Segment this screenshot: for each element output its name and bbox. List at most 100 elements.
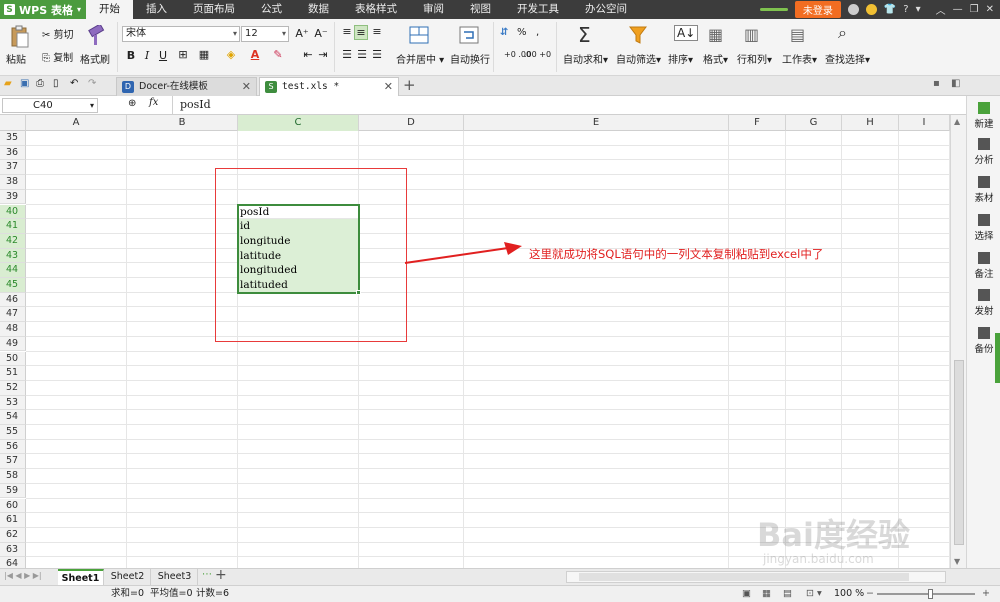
minimize-icon[interactable]: — bbox=[953, 4, 963, 15]
row-header[interactable]: 45 bbox=[0, 278, 26, 293]
sheet-nav-first-icon[interactable]: |◀ ◀ ▶ ▶| bbox=[4, 571, 42, 580]
bold-button[interactable]: B bbox=[124, 49, 138, 62]
sort-button[interactable]: 排序▾ bbox=[668, 51, 693, 66]
horizontal-scrollbar[interactable] bbox=[566, 571, 946, 583]
font-color-icon[interactable]: A bbox=[248, 48, 262, 61]
menu-tab-5[interactable]: 表格样式 bbox=[342, 0, 410, 19]
zoom-in-icon[interactable]: + bbox=[982, 586, 990, 602]
format-painter-button[interactable]: 格式刷 bbox=[80, 51, 110, 66]
app-menu-button[interactable]: S WPS 表格 ▾ bbox=[0, 0, 86, 19]
row-header[interactable]: 62 bbox=[0, 527, 26, 543]
comma-style-icon[interactable]: , bbox=[536, 27, 539, 38]
row-col-icon[interactable]: ▥ bbox=[744, 25, 759, 44]
percent-button[interactable]: % bbox=[517, 27, 527, 38]
indent-increase-icon[interactable]: ⇥ bbox=[316, 48, 330, 61]
align-bottom-icon[interactable]: ≡ bbox=[370, 25, 384, 38]
row-header[interactable]: 53 bbox=[0, 395, 26, 411]
doc-tab-test-xls[interactable]: S test.xls * ✕ bbox=[259, 77, 399, 96]
undo-icon[interactable]: ↶ bbox=[70, 78, 78, 89]
zoom-slider-knob[interactable] bbox=[928, 589, 933, 599]
zoom-out-icon[interactable]: − bbox=[866, 586, 874, 602]
italic-button[interactable]: I bbox=[140, 49, 154, 62]
page-layout-icon[interactable]: ▦ bbox=[762, 586, 771, 602]
scroll-thumb[interactable] bbox=[954, 360, 964, 545]
task-pane-analyze[interactable]: 分析 bbox=[967, 138, 1000, 166]
row-header[interactable]: 60 bbox=[0, 498, 26, 514]
column-header-f[interactable]: F bbox=[729, 115, 786, 131]
cell-style-icon[interactable]: ▦ bbox=[197, 48, 211, 61]
paste-icon[interactable] bbox=[10, 25, 30, 49]
indent-decrease-icon[interactable]: ⇤ bbox=[301, 48, 315, 61]
zoom-slider[interactable] bbox=[877, 593, 975, 595]
help-button[interactable]: ? bbox=[903, 4, 908, 15]
print-preview-icon[interactable]: ▯ bbox=[53, 78, 59, 89]
clear-format-icon[interactable]: ✎ bbox=[271, 48, 285, 61]
normal-view-icon[interactable]: ▣ bbox=[742, 586, 751, 602]
menu-tab-3[interactable]: 公式 bbox=[248, 0, 295, 19]
row-header[interactable]: 57 bbox=[0, 454, 26, 470]
row-header[interactable]: 43 bbox=[0, 248, 26, 264]
menu-tab-1[interactable]: 插入 bbox=[133, 0, 180, 19]
column-header-b[interactable]: B bbox=[127, 115, 238, 131]
column-header-g[interactable]: G bbox=[786, 115, 842, 131]
row-header[interactable]: 49 bbox=[0, 336, 26, 352]
new-tab-icon[interactable]: + bbox=[403, 76, 416, 94]
autofilter-button[interactable]: 自动筛选▾ bbox=[616, 51, 661, 66]
merge-center-button[interactable]: 合并居中 ▾ bbox=[396, 51, 444, 66]
copy-button[interactable]: ⎘ 复制 bbox=[42, 49, 73, 64]
menu-tab-6[interactable]: 审阅 bbox=[410, 0, 457, 19]
row-header[interactable]: 54 bbox=[0, 410, 26, 425]
row-header[interactable]: 59 bbox=[0, 483, 26, 499]
worksheet-icon[interactable]: ▤ bbox=[790, 25, 805, 44]
row-header[interactable]: 38 bbox=[0, 175, 26, 190]
sheet-tab-2[interactable]: Sheet2 bbox=[105, 569, 151, 585]
zoom-level[interactable]: 100 % bbox=[834, 586, 864, 602]
row-header[interactable]: 56 bbox=[0, 439, 26, 455]
increase-font-icon[interactable]: A⁺ bbox=[295, 27, 309, 40]
find-select-button[interactable]: 查找选择▾ bbox=[825, 51, 870, 66]
autosum-button[interactable]: 自动求和▾ bbox=[563, 51, 608, 66]
column-header-e[interactable]: E bbox=[464, 115, 729, 131]
print-icon[interactable]: ⎙ bbox=[36, 78, 44, 89]
column-header-c[interactable]: C bbox=[238, 115, 359, 131]
sheet-tab-1[interactable]: Sheet1 bbox=[58, 569, 104, 585]
row-header[interactable]: 46 bbox=[0, 292, 26, 308]
close-tab-icon[interactable]: ✕ bbox=[384, 78, 393, 95]
fill-handle[interactable] bbox=[356, 290, 361, 295]
fill-color-icon[interactable]: ◈ bbox=[224, 48, 238, 61]
row-header[interactable]: 55 bbox=[0, 425, 26, 440]
filter-icon[interactable] bbox=[628, 25, 648, 45]
selection-range[interactable] bbox=[237, 204, 360, 294]
font-size-select[interactable]: 12 ▾ bbox=[241, 26, 289, 42]
name-box[interactable]: C40 ▾ bbox=[2, 98, 98, 113]
row-header[interactable]: 50 bbox=[0, 351, 26, 367]
cut-button[interactable]: ✂ 剪切 bbox=[42, 26, 74, 41]
row-col-button[interactable]: 行和列▾ bbox=[737, 51, 772, 66]
zoom-search-icon[interactable]: ⊕ bbox=[128, 98, 136, 109]
save-icon[interactable]: ▣ bbox=[20, 78, 29, 89]
row-header[interactable]: 41 bbox=[0, 219, 26, 234]
skin-icon[interactable] bbox=[847, 4, 859, 15]
row-header[interactable]: 39 bbox=[0, 189, 26, 205]
column-header-i[interactable]: I bbox=[899, 115, 950, 131]
row-header[interactable]: 63 bbox=[0, 542, 26, 558]
scroll-down-icon[interactable]: ▼ bbox=[954, 557, 960, 566]
row-header[interactable]: 58 bbox=[0, 469, 26, 484]
worksheet-button[interactable]: 工作表▾ bbox=[782, 51, 817, 66]
open-folder-icon[interactable]: ▰ bbox=[4, 78, 12, 89]
task-pane-material[interactable]: 素材 bbox=[967, 176, 1000, 204]
task-pane-new[interactable]: 新建 bbox=[967, 102, 1000, 130]
emoji-icon[interactable] bbox=[865, 4, 877, 15]
pane-toggle-icon[interactable]: ◧ bbox=[951, 78, 960, 89]
merge-center-icon[interactable] bbox=[409, 25, 429, 45]
align-center-icon[interactable]: ☰ bbox=[355, 48, 369, 61]
task-pane-select[interactable]: 选择 bbox=[967, 214, 1000, 242]
align-middle-icon[interactable]: ≡ bbox=[354, 25, 368, 40]
row-header[interactable]: 37 bbox=[0, 160, 26, 176]
shirt-icon[interactable]: 👕 bbox=[884, 4, 896, 15]
currency-icon[interactable]: ⇵ bbox=[500, 27, 508, 38]
wrap-text-button[interactable]: 自动换行 bbox=[450, 51, 490, 66]
row-header[interactable]: 61 bbox=[0, 513, 26, 528]
binoculars-icon[interactable]: ⌕ bbox=[838, 23, 847, 43]
fullscreen-icon[interactable]: ⊡ ▾ bbox=[806, 586, 822, 602]
